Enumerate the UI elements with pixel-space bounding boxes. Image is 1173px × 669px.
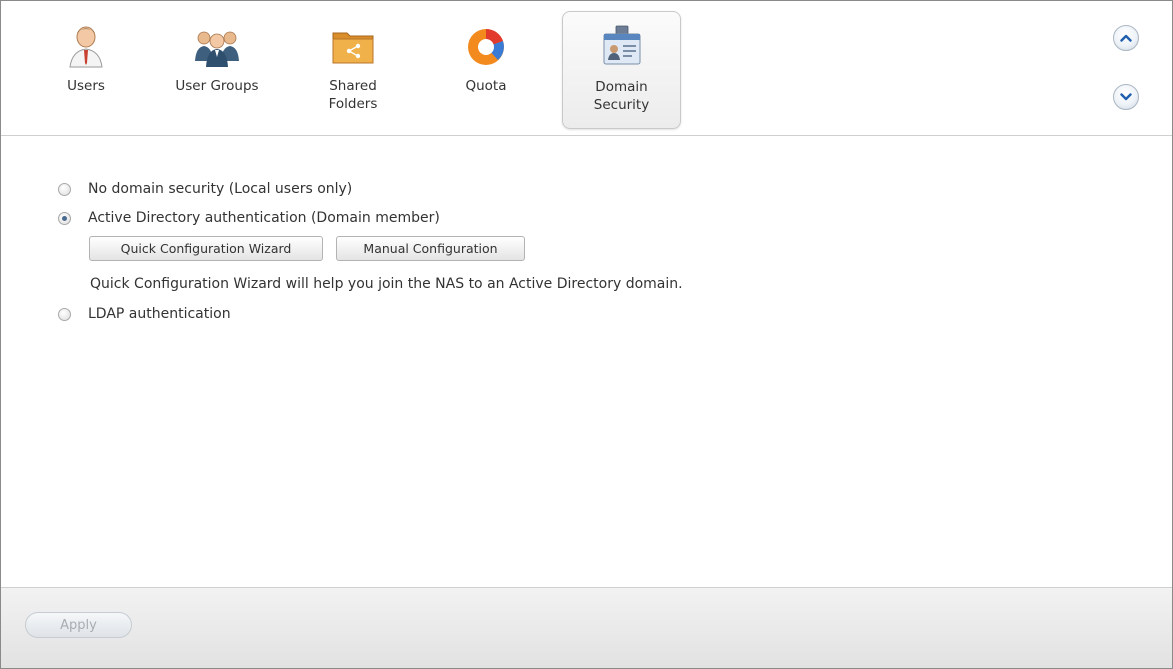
tab-users[interactable]: Users <box>27 11 145 129</box>
option-ldap[interactable]: LDAP authentication <box>58 304 231 324</box>
tab-domain-security[interactable]: Domain Security <box>562 11 681 129</box>
radio-active-directory[interactable] <box>58 211 71 225</box>
radio-ldap[interactable] <box>58 307 71 321</box>
quota-pie-icon <box>468 28 504 65</box>
scroll-up-button[interactable] <box>1113 25 1139 51</box>
tab-quota[interactable]: Quota <box>426 11 546 129</box>
option-label: LDAP authentication <box>88 306 231 322</box>
tab-label: Users <box>67 78 105 94</box>
tab-label: User Groups <box>175 78 259 94</box>
quick-configuration-wizard-button[interactable]: Quick Configuration Wizard <box>89 236 323 261</box>
shared-folder-icon <box>332 32 374 64</box>
toolbar: Users User Groups Shared Folders Quota D… <box>1 1 1172 136</box>
tab-label: Shared Folders <box>328 78 378 112</box>
manual-configuration-button[interactable]: Manual Configuration <box>336 236 525 261</box>
option-no-domain-security[interactable]: No domain security (Local users only) <box>58 179 352 199</box>
tab-shared-folders[interactable]: Shared Folders <box>293 11 413 129</box>
chevron-up-icon <box>1120 34 1132 42</box>
footer-bar: Apply <box>1 587 1172 668</box>
scroll-down-button[interactable] <box>1113 84 1139 110</box>
tab-label: Quota <box>465 78 507 94</box>
option-active-directory[interactable]: Active Directory authentication (Domain … <box>58 208 440 228</box>
option-label: Active Directory authentication (Domain … <box>88 210 440 226</box>
user-icon <box>69 26 103 68</box>
radio-no-domain-security[interactable] <box>58 182 71 196</box>
tab-user-groups[interactable]: User Groups <box>157 11 277 129</box>
tab-label: Domain Security <box>593 79 650 113</box>
wizard-hint-text: Quick Configuration Wizard will help you… <box>90 276 683 292</box>
chevron-down-icon <box>1120 93 1132 101</box>
domain-security-icon <box>603 25 640 65</box>
apply-button[interactable]: Apply <box>25 612 132 638</box>
user-groups-icon <box>195 31 239 67</box>
domain-security-panel: No domain security (Local users only) Ac… <box>1 137 1172 587</box>
app-window: Users User Groups Shared Folders Quota D… <box>0 0 1173 669</box>
option-label: No domain security (Local users only) <box>88 181 353 197</box>
